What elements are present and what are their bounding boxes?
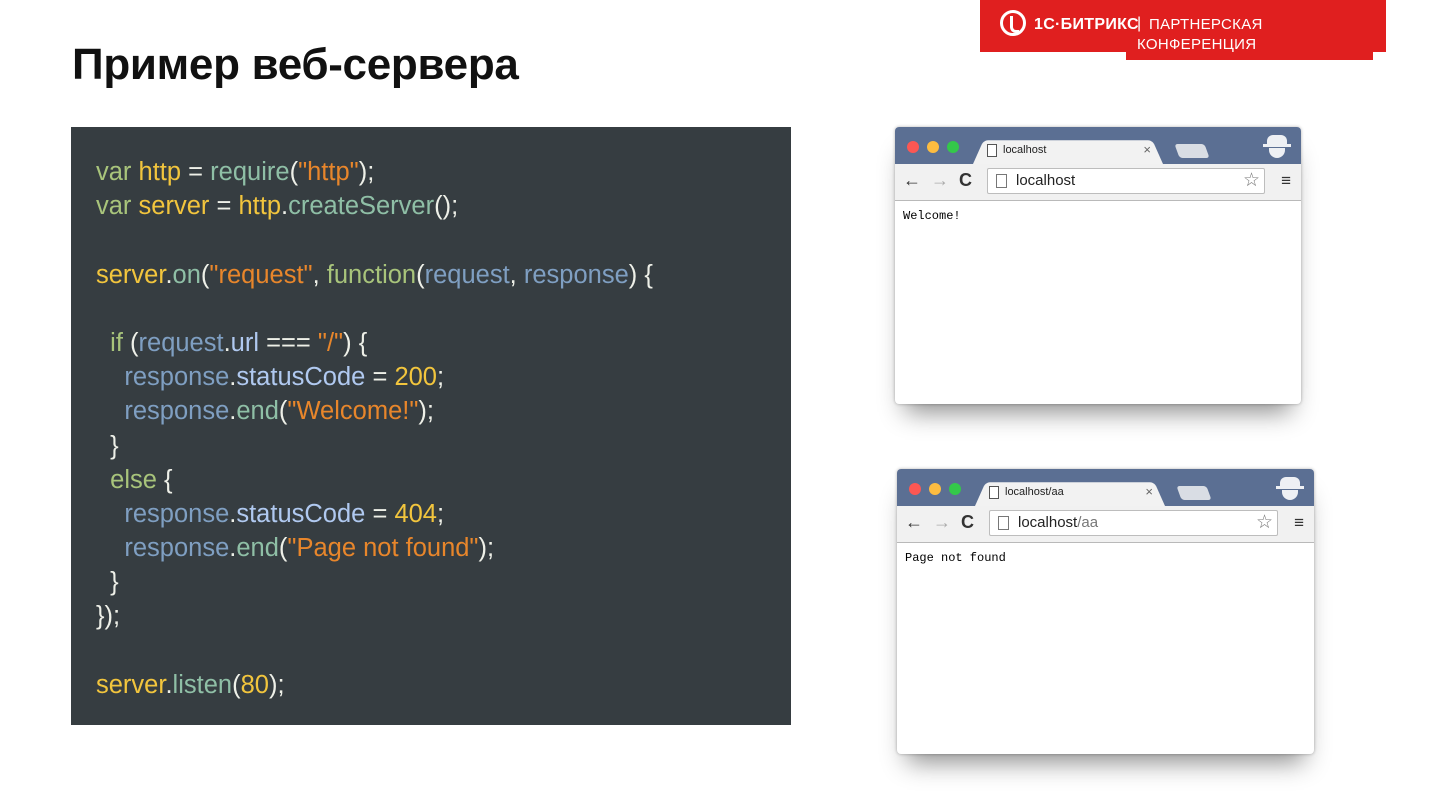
- incognito-icon: [1263, 135, 1291, 159]
- code-line: });: [96, 602, 121, 631]
- document-icon: [987, 144, 997, 157]
- code-line: server.on("request", function(request, r…: [96, 260, 653, 289]
- browser-window-aa: localhost/aa × ← → C localhost/aa ☆ ≡ Pa…: [897, 469, 1314, 754]
- maximize-window-button[interactable]: [947, 141, 959, 153]
- code-line: var server = http.createServer();: [96, 192, 459, 221]
- address-bar[interactable]: localhost ☆: [987, 168, 1265, 194]
- close-window-button[interactable]: [907, 141, 919, 153]
- close-window-button[interactable]: [909, 483, 921, 495]
- document-icon: [989, 486, 999, 499]
- code-panel: var http = require("http"); var server = …: [71, 127, 791, 725]
- new-tab-button[interactable]: [1174, 144, 1210, 158]
- tab-bar: localhost/aa ×: [897, 469, 1314, 506]
- code-line: server.listen(80);: [96, 670, 285, 699]
- brand-separator: |: [1137, 15, 1142, 32]
- page-content: Welcome!: [903, 209, 961, 223]
- code-block: var http = require("http"); var server = …: [96, 155, 653, 702]
- browser-toolbar: ← → C localhost ☆ ≡: [895, 164, 1301, 201]
- document-icon: [998, 516, 1009, 530]
- bitrix-logo-icon: [1000, 10, 1026, 36]
- browser-window-root: localhost × ← → C localhost ☆ ≡ Welcome!: [895, 127, 1301, 404]
- back-arrow-icon[interactable]: ←: [903, 170, 921, 191]
- forward-arrow-icon[interactable]: →: [933, 512, 951, 533]
- brand-name: 1С·БИТРИКС: [1034, 16, 1139, 33]
- slide-title: Пример веб-сервера: [72, 40, 519, 89]
- page-content: Page not found: [905, 551, 1006, 565]
- brand-line-1: ПАРТНЕРСКАЯ: [1149, 16, 1263, 33]
- code-line: response.statusCode = 200;: [124, 363, 445, 392]
- code-line: else {: [110, 465, 173, 494]
- new-tab-button[interactable]: [1176, 486, 1212, 500]
- code-line: if (request.url === "/") {: [110, 328, 368, 357]
- bookmark-star-icon[interactable]: ☆: [1243, 169, 1260, 192]
- brand-badge-tab: [1126, 52, 1373, 60]
- back-arrow-icon[interactable]: ←: [905, 512, 923, 533]
- tab-title: localhost: [1003, 144, 1047, 156]
- browser-toolbar: ← → C localhost/aa ☆ ≡: [897, 506, 1314, 543]
- code-line: }: [110, 568, 119, 597]
- address-text[interactable]: localhost/aa: [1018, 514, 1098, 531]
- code-line: var http = require("http");: [96, 158, 375, 186]
- document-icon: [996, 174, 1007, 188]
- tab-close-button[interactable]: ×: [1143, 142, 1151, 157]
- tab-content: localhost ×: [987, 142, 1157, 163]
- minimize-window-button[interactable]: [927, 141, 939, 153]
- brand-line-2: КОНФЕРЕНЦИЯ: [1137, 36, 1257, 53]
- tab-content: localhost/aa ×: [989, 484, 1159, 505]
- minimize-window-button[interactable]: [929, 483, 941, 495]
- brand-badge: 1С·БИТРИКС | ПАРТНЕРСКАЯ КОНФЕРЕНЦИЯ: [980, 0, 1386, 53]
- reload-icon[interactable]: C: [961, 512, 974, 533]
- bookmark-star-icon[interactable]: ☆: [1256, 511, 1273, 534]
- code-line: }: [110, 431, 119, 460]
- hamburger-menu-icon[interactable]: ≡: [1281, 171, 1291, 191]
- tab-bar: localhost ×: [895, 127, 1301, 164]
- hamburger-menu-icon[interactable]: ≡: [1294, 513, 1304, 533]
- address-text[interactable]: localhost: [1016, 172, 1075, 189]
- code-line: response.end("Welcome!");: [124, 397, 434, 426]
- code-line: response.end("Page not found");: [124, 534, 495, 563]
- tab-title: localhost/aa: [1005, 486, 1064, 498]
- incognito-icon: [1276, 477, 1304, 501]
- address-bar[interactable]: localhost/aa ☆: [989, 510, 1278, 536]
- code-line: response.statusCode = 404;: [124, 499, 445, 528]
- reload-icon[interactable]: C: [959, 170, 972, 191]
- forward-arrow-icon[interactable]: →: [931, 170, 949, 191]
- tab-close-button[interactable]: ×: [1145, 484, 1153, 499]
- maximize-window-button[interactable]: [949, 483, 961, 495]
